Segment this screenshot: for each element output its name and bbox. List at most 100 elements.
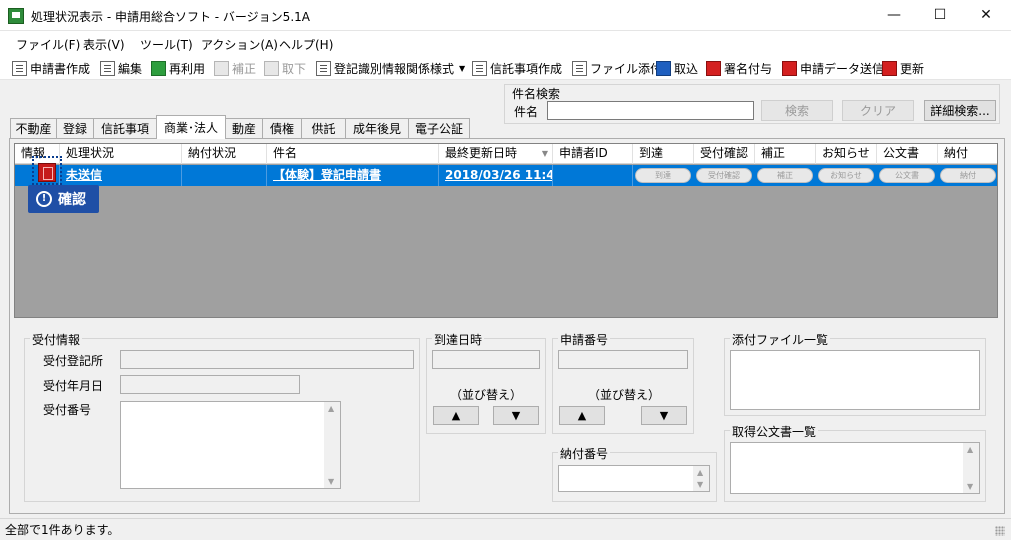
status-bar [0, 518, 1011, 540]
scroll-down-icon[interactable]: ▼ [697, 480, 703, 489]
column-status[interactable]: 処理状況 [60, 144, 182, 164]
column-notice[interactable]: お知らせ [816, 144, 877, 164]
scroll-up-icon[interactable]: ▲ [697, 468, 703, 477]
tab-electronic-notary[interactable]: 電子公証 [408, 118, 470, 138]
seal-icon [706, 60, 721, 76]
reception-office-field[interactable] [120, 350, 414, 369]
menu-help[interactable]: ヘルプ(H) [279, 36, 333, 53]
application-sort-down-button[interactable]: ▼ [641, 406, 687, 425]
scroll-up-icon[interactable]: ▲ [967, 445, 973, 454]
edit-button[interactable]: 編集 [100, 59, 142, 77]
tab-trust[interactable]: 信託事項 [93, 118, 157, 138]
sort-down-icon: ▼ [541, 149, 548, 158]
column-applicant-id[interactable]: 申請者ID [553, 144, 633, 164]
scrollbar[interactable]: ▲ ▼ [324, 402, 340, 488]
maximize-button[interactable]: ☐ [917, 0, 963, 30]
scroll-down-icon[interactable]: ▼ [328, 477, 334, 486]
correct-button[interactable]: 補正 [214, 59, 256, 77]
create-application-button[interactable]: 申請書作成 [12, 59, 90, 77]
dropdown-icon[interactable]: ▼ [459, 64, 465, 73]
notice-row-button[interactable]: お知らせ [818, 168, 874, 183]
subject-search-input[interactable] [547, 101, 754, 120]
refresh-button[interactable]: 更新 [882, 59, 924, 77]
tab-real-estate[interactable]: 不動産 [10, 118, 57, 138]
tab-registration[interactable]: 登録 [56, 118, 94, 138]
sign-label: 署名付与 [724, 61, 773, 76]
cell-subject[interactable]: 【体験】登記申請書 [267, 165, 439, 186]
payment-number-field[interactable]: ▲ ▼ [558, 465, 710, 492]
arrival-sort-label: （並び替え） [450, 388, 523, 402]
column-payment-status[interactable]: 納付状況 [182, 144, 267, 164]
search-button[interactable]: 検索 [761, 100, 833, 121]
edit-icon [100, 60, 115, 76]
confirm-tooltip[interactable]: ! 確認 [28, 185, 99, 213]
menu-tools[interactable]: ツール(T) [140, 36, 193, 53]
exclamation-icon: ! [36, 191, 52, 207]
scroll-up-icon[interactable]: ▲ [328, 404, 334, 413]
cell-applicant-id [553, 165, 633, 186]
official-doc-row-button[interactable]: 公文書 [879, 168, 935, 183]
column-official-doc[interactable]: 公文書 [877, 144, 938, 164]
status-grid[interactable]: 情報 処理状況 納付状況 件名 最終更新日時 ▼ 申請者ID 到達 受付確認 補正… [14, 143, 998, 318]
payment-number-legend: 納付番号 [558, 445, 611, 462]
reuse-button[interactable]: 再利用 [151, 59, 205, 77]
payment-row-button[interactable]: 納付 [940, 168, 996, 183]
create-application-label: 申請書作成 [30, 61, 91, 76]
subject-search-legend: 件名検索 [510, 85, 563, 102]
attachment-list[interactable] [730, 350, 980, 410]
resize-grip-icon[interactable] [995, 526, 1005, 536]
import-button[interactable]: 取込 [656, 59, 698, 77]
scrollbar[interactable]: ▲ ▼ [693, 466, 709, 491]
scroll-down-icon[interactable]: ▼ [967, 482, 973, 491]
trust-create-button[interactable]: 信託事項作成 [472, 59, 562, 77]
tab-deposit[interactable]: 供託 [301, 118, 346, 138]
column-arrival[interactable]: 到達 [633, 144, 694, 164]
confirm-tooltip-text: 確認 [58, 192, 86, 208]
official-doc-list[interactable]: ▲ ▼ [730, 442, 980, 494]
close-button[interactable]: ✕ [963, 0, 1009, 30]
edit-label: 編集 [118, 61, 143, 76]
attach-file-button[interactable]: ファイル添付 [572, 59, 662, 77]
scrollbar[interactable]: ▲ ▼ [963, 443, 979, 493]
table-row[interactable]: 未送信 【体験】登記申請書 2018/03/26 11:49 到達 受付確認 補… [15, 165, 997, 186]
app-icon [8, 8, 24, 24]
cell-status[interactable]: 未送信 [60, 165, 182, 186]
application-number-legend: 申請番号 [558, 331, 611, 348]
application-sort-up-button[interactable]: ▲ [559, 406, 605, 425]
trust-icon [472, 60, 487, 76]
arrival-sort-down-button[interactable]: ▼ [493, 406, 539, 425]
correction-row-button[interactable]: 補正 [757, 168, 813, 183]
registration-form-button[interactable]: 登記識別情報関係様式 ▼ [316, 59, 465, 77]
arrival-row-button[interactable]: 到達 [635, 168, 691, 183]
menu-action[interactable]: アクション(A) [201, 36, 278, 53]
tab-receivables[interactable]: 債権 [262, 118, 302, 138]
send-data-button[interactable]: 申請データ送信 [782, 59, 884, 77]
tab-movables[interactable]: 動産 [225, 118, 263, 138]
column-payment[interactable]: 納付 [938, 144, 997, 164]
tab-adult-guardianship[interactable]: 成年後見 [345, 118, 409, 138]
reception-date-field[interactable] [120, 375, 300, 394]
column-correction[interactable]: 補正 [755, 144, 816, 164]
correct-label: 補正 [232, 61, 257, 76]
title-bar: 処理状況表示 - 申請用総合ソフト - バージョン5.1A — ☐ ✕ [0, 0, 1011, 31]
withdraw-button[interactable]: 取下 [264, 59, 306, 77]
menu-file[interactable]: ファイル(F) [16, 36, 80, 53]
menu-view[interactable]: 表示(V) [83, 36, 125, 53]
advanced-search-button[interactable]: 詳細検索... [924, 100, 996, 121]
column-subject[interactable]: 件名 [267, 144, 439, 164]
column-receipt-confirm[interactable]: 受付確認 [694, 144, 755, 164]
arrival-sort-up-button[interactable]: ▲ [433, 406, 479, 425]
minimize-button[interactable]: — [871, 0, 917, 30]
column-last-updated[interactable]: 最終更新日時 ▼ [439, 144, 553, 164]
receipt-confirm-row-button[interactable]: 受付確認 [696, 168, 752, 183]
clear-button[interactable]: クリア [842, 100, 914, 121]
refresh-icon [882, 60, 897, 76]
cell-last-updated[interactable]: 2018/03/26 11:49 [439, 165, 553, 186]
reception-office-label: 受付登記所 [43, 354, 104, 368]
arrival-datetime-field[interactable] [432, 350, 540, 369]
tab-commercial-corporate[interactable]: 商業･法人 [156, 115, 226, 139]
info-icon[interactable] [38, 163, 56, 182]
application-number-field[interactable] [558, 350, 688, 369]
reception-number-field[interactable]: ▲ ▼ [120, 401, 341, 489]
sign-button[interactable]: 署名付与 [706, 59, 772, 77]
